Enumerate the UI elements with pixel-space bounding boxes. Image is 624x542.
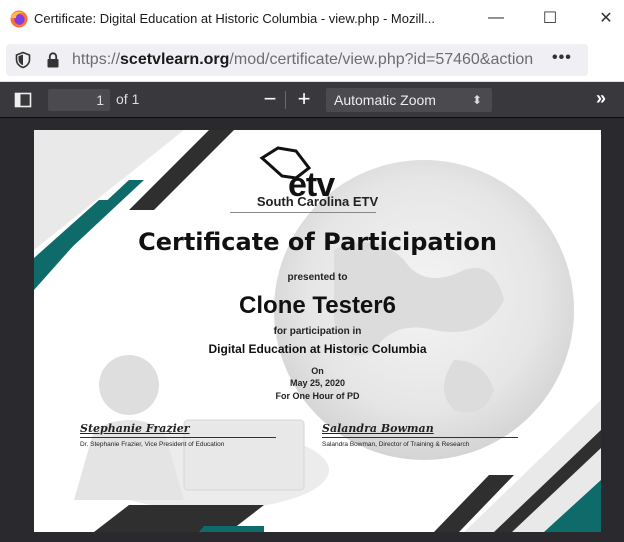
participation-label: for participation in: [273, 326, 362, 337]
presented-to-label: presented to: [287, 272, 348, 283]
signature-block-left: Stephanie Frazier Dr. Stephanie Frazier,…: [80, 422, 276, 448]
signature-block-right: Salandra Bowman Salandra Bowman, Directo…: [322, 422, 518, 448]
zoom-select[interactable]: Automatic Zoom ⬍: [326, 88, 492, 112]
completion-date: May 25, 2020: [289, 378, 346, 388]
page-number-input[interactable]: 1: [48, 89, 110, 111]
url-text[interactable]: https://scetvlearn.org/mod/certificate/v…: [72, 51, 552, 69]
firefox-icon: [10, 10, 28, 28]
logo-subtitle: South Carolina ETV: [256, 194, 379, 209]
url-prefix: https://: [72, 51, 121, 68]
page-actions-button[interactable]: •••: [552, 49, 572, 67]
certificate-title: Certificate of Participation: [138, 228, 497, 256]
maximize-button[interactable]: ☐: [534, 6, 566, 30]
pdf-toolbar: 1 of 1 − + Automatic Zoom ⬍ »: [0, 82, 624, 118]
url-field[interactable]: https://scetvlearn.org/mod/certificate/v…: [6, 44, 588, 76]
signature-script: Salandra Bowman: [322, 422, 434, 435]
course-name: Digital Education at Historic Columbia: [208, 342, 427, 356]
tracking-protection-shield-icon[interactable]: [14, 51, 32, 69]
date-label: On: [311, 366, 324, 376]
url-path: /mod/certificate/view.php?id=57460&actio…: [229, 51, 534, 68]
zoom-in-button[interactable]: +: [292, 86, 316, 112]
pdf-viewer[interactable]: etv South Carolina ETV Certificate of Pa…: [0, 118, 624, 542]
window-title: Certificate: Digital Education at Histor…: [34, 11, 435, 26]
lock-icon[interactable]: [44, 51, 62, 69]
zoom-out-button[interactable]: −: [258, 86, 282, 112]
signature-line: [80, 437, 276, 438]
sidebar-toggle-icon[interactable]: [14, 91, 32, 109]
select-caret-icon: ⬍: [471, 93, 482, 107]
toolbar-separator: [285, 91, 286, 109]
signature-script: Stephanie Frazier: [80, 422, 190, 435]
pd-hours: For One Hour of PD: [275, 391, 360, 401]
zoom-select-value: Automatic Zoom: [334, 92, 436, 108]
signature-line: [322, 437, 518, 438]
recipient-name: Clone Tester6: [239, 292, 396, 319]
minimize-button[interactable]: —: [480, 6, 512, 30]
window-titlebar: Certificate: Digital Education at Histor…: [0, 0, 624, 38]
url-domain: scetvlearn.org: [120, 51, 230, 68]
signature-caption: Dr. Stephanie Frazier, Vice President of…: [80, 441, 225, 448]
pdf-page: etv South Carolina ETV Certificate of Pa…: [34, 130, 601, 532]
navigation-bar: https://scetvlearn.org/mod/certificate/v…: [0, 38, 624, 102]
signature-caption: Salandra Bowman, Director of Training & …: [322, 441, 470, 448]
tools-menu-button[interactable]: »: [596, 88, 606, 109]
page-count-label: of 1: [116, 91, 140, 107]
close-button[interactable]: ✕: [590, 6, 622, 30]
